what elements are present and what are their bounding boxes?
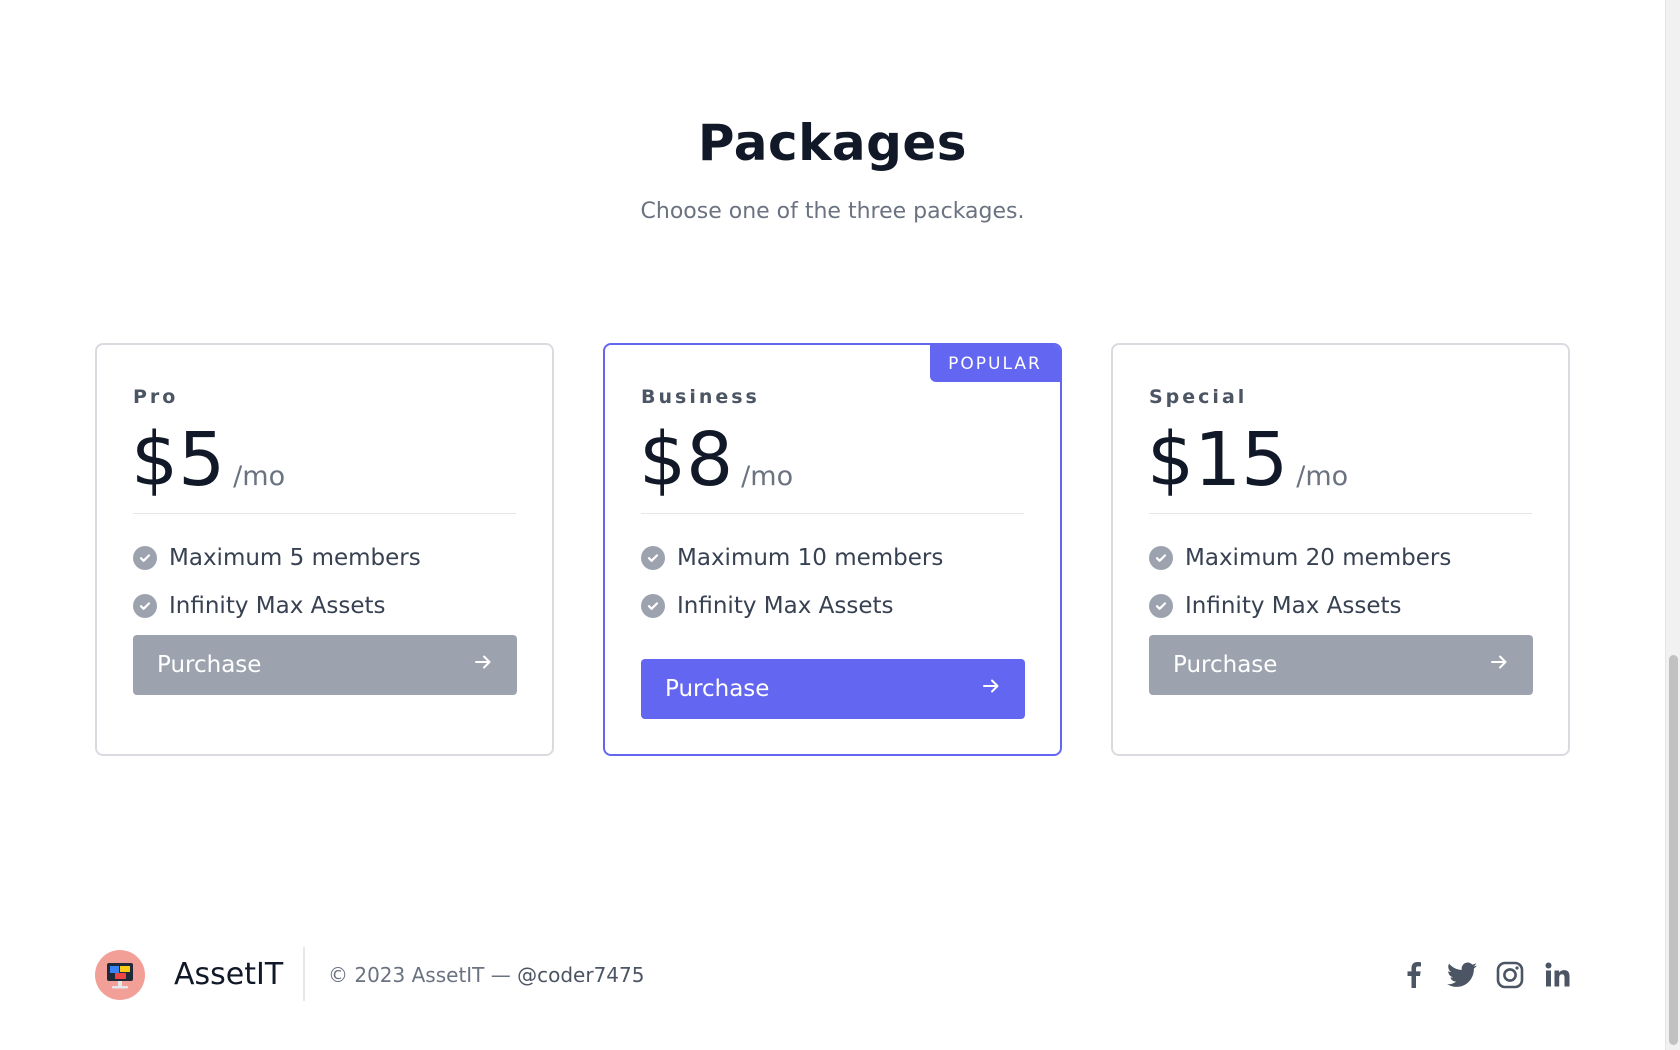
instagram-icon[interactable]: [1494, 959, 1526, 991]
footer: AssetIT © 2023 AssetIT — @coder7475: [0, 947, 1665, 1003]
page-title: Packages: [697, 114, 968, 172]
copyright-text: © 2023 AssetIT — @coder7475: [328, 962, 644, 988]
copyright-label: © 2023 AssetIT —: [328, 963, 518, 987]
divider: [133, 513, 516, 514]
plan-period: /mo: [1296, 461, 1349, 492]
feature-item: Maximum 20 members: [1149, 543, 1451, 573]
plan-price: $5: [131, 417, 226, 503]
divider: [1149, 513, 1532, 514]
price-row: $5 /mo: [131, 415, 285, 505]
check-circle-icon: [133, 594, 157, 618]
feature-item: Infinity Max Assets: [1149, 591, 1401, 621]
check-circle-icon: [1149, 546, 1173, 570]
feature-text: Infinity Max Assets: [677, 593, 894, 619]
check-circle-icon: [641, 594, 665, 618]
feature-text: Maximum 5 members: [169, 545, 421, 571]
purchase-label: Purchase: [665, 676, 770, 702]
price-row: $15 /mo: [1147, 415, 1348, 505]
feature-text: Infinity Max Assets: [1185, 593, 1402, 619]
page: Packages Choose one of the three package…: [0, 0, 1680, 1050]
feature-text: Maximum 10 members: [677, 545, 944, 571]
brand-name[interactable]: AssetIT: [174, 957, 283, 993]
feature-item: Maximum 10 members: [641, 543, 943, 573]
plan-name: Special: [1149, 386, 1248, 408]
divider: [641, 513, 1024, 514]
price-row: $8 /mo: [639, 415, 793, 505]
footer-divider: [303, 947, 305, 1001]
plan-period: /mo: [741, 461, 794, 492]
scrollbar[interactable]: [1665, 0, 1680, 1050]
arrow-right-icon: [473, 652, 493, 678]
purchase-button-business[interactable]: Purchase: [641, 659, 1025, 719]
check-circle-icon: [641, 546, 665, 570]
plan-period: /mo: [233, 461, 286, 492]
twitter-icon[interactable]: [1446, 959, 1478, 991]
arrow-right-icon: [981, 676, 1001, 702]
pricing-card-pro: Pro $5 /mo Maximum 5 members Infinity Ma…: [95, 343, 554, 756]
feature-text: Infinity Max Assets: [169, 593, 386, 619]
monitor-logo-icon: [107, 963, 133, 989]
plan-price: $15: [1147, 417, 1289, 503]
purchase-label: Purchase: [1173, 652, 1278, 678]
section-header: Packages Choose one of the three package…: [0, 108, 1665, 226]
purchase-button-pro[interactable]: Purchase: [133, 635, 517, 695]
purchase-button-special[interactable]: Purchase: [1149, 635, 1533, 695]
arrow-right-icon: [1489, 652, 1509, 678]
popular-badge: POPULAR: [930, 345, 1060, 382]
plan-name: Business: [641, 386, 760, 408]
check-circle-icon: [133, 546, 157, 570]
brand-logo[interactable]: [95, 950, 145, 1000]
feature-item: Infinity Max Assets: [641, 591, 893, 621]
social-links: [1398, 959, 1574, 991]
feature-item: Maximum 5 members: [133, 543, 421, 573]
linkedin-icon[interactable]: [1542, 959, 1574, 991]
scrollbar-thumb[interactable]: [1669, 655, 1678, 1045]
check-circle-icon: [1149, 594, 1173, 618]
pricing-card-business: POPULAR Business $8 /mo Maximum 10 membe…: [603, 343, 1062, 756]
pricing-card-special: Special $15 /mo Maximum 20 members Infin…: [1111, 343, 1570, 756]
page-subtitle: Choose one of the three packages.: [640, 199, 1025, 224]
plan-price: $8: [639, 417, 734, 503]
facebook-icon[interactable]: [1398, 959, 1430, 991]
feature-item: Infinity Max Assets: [133, 591, 385, 621]
feature-text: Maximum 20 members: [1185, 545, 1452, 571]
purchase-label: Purchase: [157, 652, 262, 678]
author-link[interactable]: @coder7475: [517, 963, 644, 987]
plan-name: Pro: [133, 386, 179, 408]
